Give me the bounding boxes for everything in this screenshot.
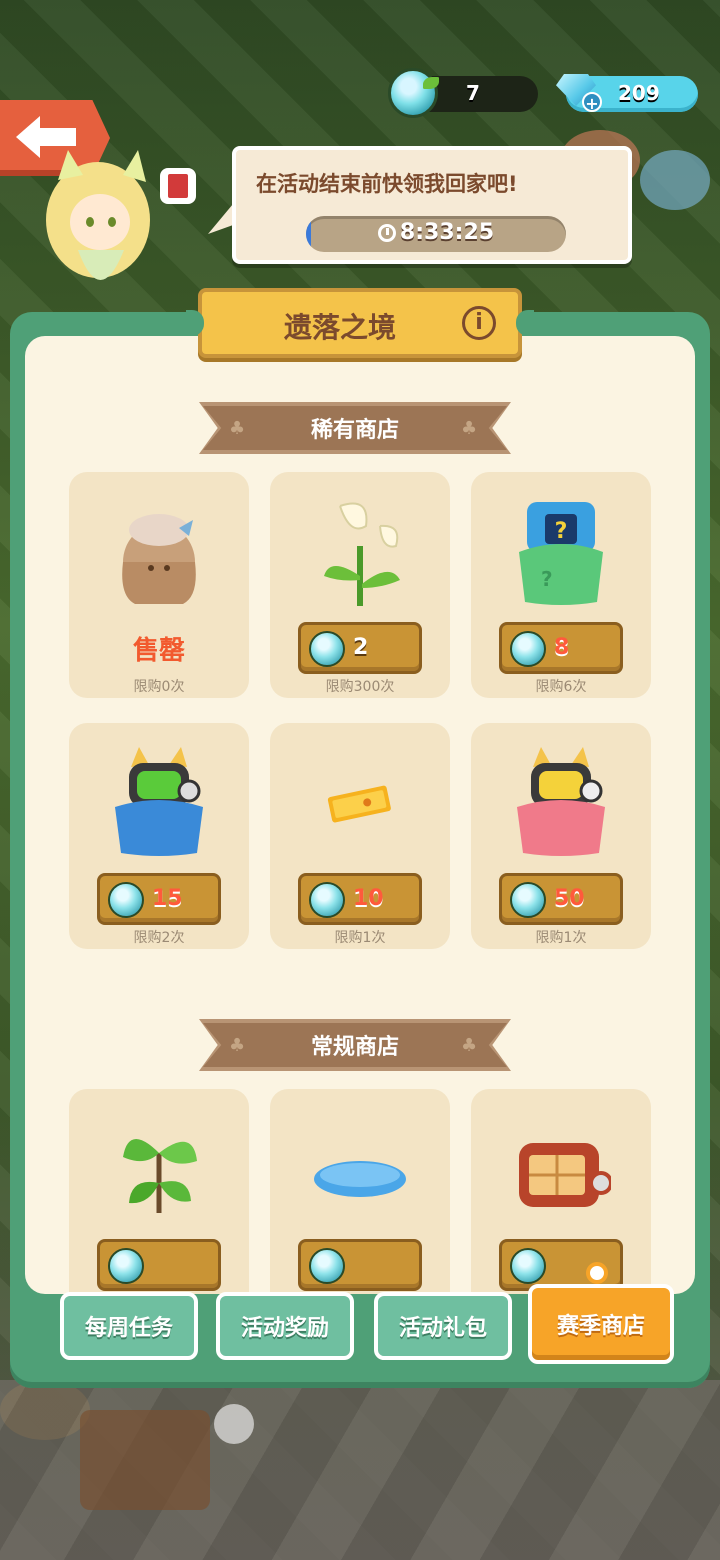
price: 50 — [554, 886, 585, 911]
herb-plant-icon — [123, 1138, 197, 1213]
house-decoration — [640, 150, 710, 210]
seed-icon — [108, 1248, 144, 1284]
shop-item-herb-plant[interactable] — [69, 1089, 249, 1294]
tab-event-packs[interactable]: 活动礼包 — [374, 1292, 512, 1360]
timer-readout: 8:33:25 — [306, 220, 566, 245]
price: 2 — [353, 635, 369, 660]
buy-button[interactable]: 15 — [97, 873, 221, 925]
buy-button[interactable]: 8 — [499, 622, 623, 674]
ticket-icon — [327, 785, 391, 823]
cat-bag-icon — [115, 747, 203, 856]
shop-item-green-cat-bag[interactable]: 15 限购2次 — [69, 723, 249, 949]
clock-icon — [377, 224, 396, 242]
purchase-limit: 限购0次 — [133, 679, 185, 695]
add-gems-button[interactable]: + — [582, 92, 602, 113]
purchase-limit: 限购1次 — [535, 930, 587, 946]
calla-lily-icon — [324, 502, 400, 606]
price: 10 — [353, 886, 384, 911]
shop-item-radio-box[interactable] — [471, 1089, 651, 1294]
buy-button[interactable]: 10 — [298, 873, 422, 925]
soldout-label: 售罄 — [132, 636, 185, 666]
tab-season-shop[interactable]: 赛季商店 — [528, 1284, 674, 1364]
svg-text:?: ? — [555, 519, 568, 544]
cat-bag-icon — [517, 747, 605, 856]
purchase-limit: 限购300次 — [325, 679, 395, 695]
shop-title-plate: 遗落之境 i — [186, 288, 534, 358]
seed-icon — [108, 882, 144, 918]
doll-icon — [122, 514, 196, 604]
seed-count: 7 — [466, 81, 480, 105]
tab-label: 赛季商店 — [556, 1314, 645, 1339]
event-timer: 8:33:25 — [306, 216, 566, 252]
seed-icon — [309, 882, 345, 918]
regular-shop-title: 常规商店 — [310, 1035, 399, 1060]
buy-button[interactable] — [97, 1239, 221, 1291]
shop-item-water-puddle[interactable] — [270, 1089, 450, 1294]
countdown-text: 8:33:25 — [399, 220, 495, 245]
seed-icon — [510, 1248, 546, 1284]
shop-title: 遗落之境 — [283, 311, 396, 344]
info-icon[interactable]: i — [462, 306, 496, 340]
tab-label: 每周任务 — [84, 1316, 173, 1341]
active-tab-marker — [586, 1262, 608, 1284]
purchase-limit: 限购6次 — [535, 679, 587, 695]
seed-icon — [309, 1248, 345, 1284]
character-portrait[interactable] — [28, 150, 198, 310]
purchase-limit: 限购2次 — [133, 930, 185, 946]
seed-icon — [510, 631, 546, 667]
alert-bubble[interactable] — [214, 1404, 254, 1444]
rare-shop-title: 稀有商店 — [310, 418, 399, 443]
market-stall[interactable] — [80, 1410, 210, 1510]
shop-item-blue-mystery-bag[interactable]: ? ? 8 限购6次 — [471, 472, 651, 698]
buy-button[interactable]: 50 — [499, 873, 623, 925]
tab-label: 活动礼包 — [398, 1316, 487, 1341]
svg-text:?: ? — [541, 567, 553, 591]
tab-event-rewards[interactable]: 活动奖励 — [216, 1292, 354, 1360]
tab-weekly-tasks[interactable]: 每周任务 — [60, 1292, 198, 1360]
shop-item-doll[interactable]: 售罄 限购0次 — [69, 472, 249, 698]
event-message: 在活动结束前快领我回家吧! — [256, 172, 518, 196]
seed-icon — [510, 882, 546, 918]
seed-icon — [309, 631, 345, 667]
buy-button[interactable] — [298, 1239, 422, 1291]
water-puddle-icon — [314, 1161, 406, 1197]
radio-box-icon — [519, 1143, 611, 1207]
shop-item-red-cat-bag[interactable]: 50 限购1次 — [471, 723, 651, 949]
gem-count: 209 — [618, 81, 660, 105]
mystery-bag-icon: ? ? — [519, 502, 603, 605]
price: 8 — [554, 635, 570, 660]
seed-icon — [388, 68, 439, 118]
shop-item-calla-lily[interactable]: 2 限购300次 — [270, 472, 450, 698]
buy-button[interactable]: 2 — [298, 622, 422, 674]
shop-content: ♣ ♣ 稀有商店 售罄 限购0次 2 限购300次 ? ? 8 限购6次 15 … — [25, 336, 695, 1294]
tab-label: 活动奖励 — [240, 1316, 329, 1341]
shop-item-ticket[interactable]: 10 限购1次 — [270, 723, 450, 949]
purchase-limit: 限购1次 — [334, 930, 386, 946]
price: 15 — [152, 886, 183, 911]
